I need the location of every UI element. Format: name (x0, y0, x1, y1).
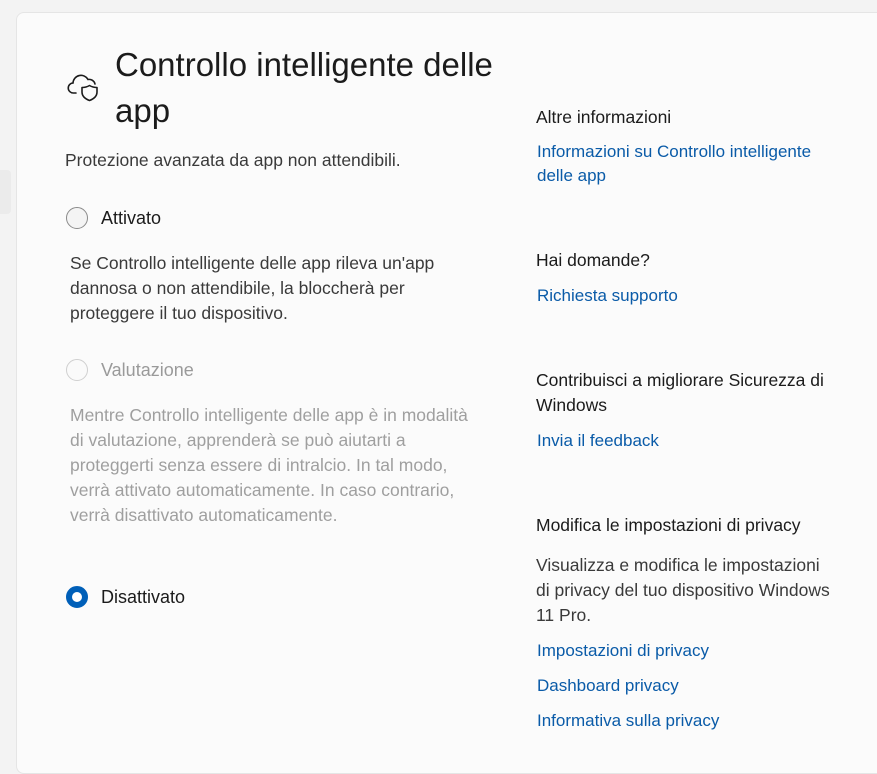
radio-option-attivato[interactable]: Attivato (66, 207, 161, 229)
privacy-description: Visualizza e modifica le impostazioni di… (536, 555, 830, 625)
radio-button (66, 359, 88, 381)
radio-option-valutazione: Valutazione (66, 359, 194, 381)
radio-label: Valutazione (101, 359, 194, 380)
feedback-link[interactable]: Invia il feedback (537, 429, 837, 453)
privacy-dashboard-link[interactable]: Dashboard privacy (537, 674, 837, 698)
radio-button-checked[interactable] (66, 586, 88, 608)
radio-button[interactable] (66, 207, 88, 229)
option-description: Se Controllo intelligente delle app rile… (70, 253, 435, 323)
privacy-statement-link[interactable]: Informativa sulla privacy (537, 709, 837, 733)
support-link[interactable]: Richiesta supporto (537, 284, 837, 308)
feedback-heading: Contribuisci a migliorare Sicurezza di W… (536, 370, 824, 415)
page-subtitle: Protezione avanzata da app non attendibi… (65, 150, 401, 170)
more-info-link[interactable]: Informazioni su Controllo intelligente d… (537, 140, 837, 188)
privacy-settings-link[interactable]: Impostazioni di privacy (537, 639, 837, 663)
questions-heading: Hai domande? (536, 250, 650, 270)
nav-pane-edge (0, 170, 11, 214)
more-info-heading: Altre informazioni (536, 107, 672, 127)
cloud-shield-icon (67, 74, 98, 102)
privacy-heading: Modifica le impostazioni di privacy (536, 515, 801, 535)
radio-label: Attivato (101, 207, 162, 228)
page-title: Controllo intelligente delle app (115, 46, 493, 129)
radio-option-disattivato[interactable]: Disattivato (66, 586, 185, 608)
radio-label: Disattivato (101, 586, 186, 607)
option-description: Mentre Controllo intelligente delle app … (70, 405, 468, 525)
